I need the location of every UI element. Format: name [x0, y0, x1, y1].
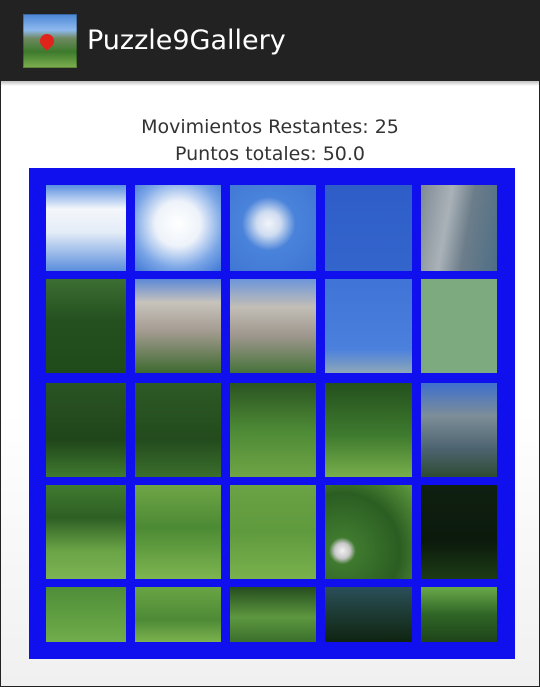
puzzle-tile[interactable] [325, 383, 412, 477]
puzzle-tile[interactable] [46, 185, 126, 271]
app-window: Puzzle9Gallery Movimientos Restantes: 25… [0, 0, 540, 687]
puzzle-tile[interactable] [230, 485, 316, 579]
puzzle-tile[interactable] [135, 185, 221, 271]
app-landscape-icon[interactable] [23, 14, 77, 68]
puzzle-tile[interactable] [135, 485, 221, 579]
puzzle-tile[interactable] [421, 383, 497, 477]
total-points-text: Puntos totales: 50.0 [175, 143, 365, 165]
app-title: Puzzle9Gallery [87, 25, 286, 56]
map-pin-icon [37, 31, 57, 51]
action-bar-shadow [1, 81, 539, 86]
puzzle-tile[interactable] [325, 485, 412, 579]
puzzle-tile[interactable] [46, 383, 126, 477]
moves-remaining-text: Movimientos Restantes: 25 [141, 116, 399, 138]
puzzle-tile[interactable] [421, 279, 497, 373]
puzzle-tile[interactable] [230, 279, 316, 373]
puzzle-board [29, 168, 515, 659]
puzzle-tile[interactable] [325, 185, 412, 271]
puzzle-tile[interactable] [135, 587, 221, 642]
puzzle-tile[interactable] [135, 383, 221, 477]
puzzle-tile[interactable] [421, 185, 497, 271]
puzzle-tile[interactable] [230, 185, 316, 271]
action-bar: Puzzle9Gallery [1, 1, 539, 81]
puzzle-tile[interactable] [421, 485, 497, 579]
puzzle-tile[interactable] [325, 587, 412, 642]
puzzle-tile[interactable] [46, 485, 126, 579]
puzzle-tile[interactable] [421, 587, 497, 642]
puzzle-tile[interactable] [46, 279, 126, 373]
puzzle-tile[interactable] [230, 587, 316, 642]
puzzle-tile[interactable] [46, 587, 126, 642]
puzzle-tile[interactable] [135, 279, 221, 373]
puzzle-tile[interactable] [325, 279, 412, 373]
puzzle-tile[interactable] [230, 383, 316, 477]
